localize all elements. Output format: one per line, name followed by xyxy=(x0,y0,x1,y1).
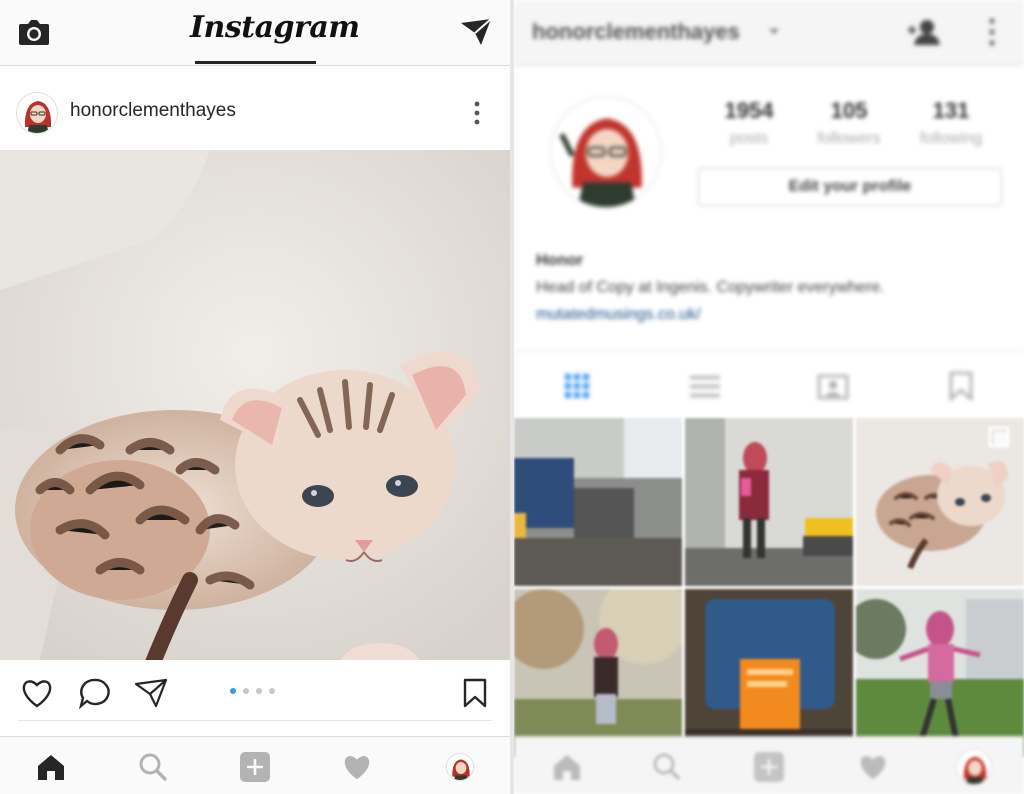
divider xyxy=(18,720,492,721)
stat-label: following xyxy=(919,130,983,147)
bookmark-icon[interactable] xyxy=(946,369,976,403)
bio-name: Honor xyxy=(536,252,584,269)
profile-avatar[interactable] xyxy=(446,753,474,781)
add-person-icon[interactable] xyxy=(904,16,944,48)
grid-photo[interactable] xyxy=(856,418,1024,586)
stat-following[interactable]: 131 following xyxy=(906,98,996,148)
direct-send-icon[interactable] xyxy=(458,16,494,48)
stat-label: posts xyxy=(729,130,769,147)
bottom-nav xyxy=(0,736,510,794)
profile-screen: honorclementhayes 1954 posts 105 followe… xyxy=(514,0,1024,794)
grid-photo[interactable] xyxy=(685,418,853,586)
grid-photo[interactable] xyxy=(856,589,1024,757)
profile-avatar[interactable] xyxy=(956,749,992,785)
comment-icon[interactable] xyxy=(76,676,114,710)
grid-icon[interactable] xyxy=(562,371,592,401)
heart-icon[interactable] xyxy=(340,751,374,783)
profile-top-bar: honorclementhayes xyxy=(514,0,1024,66)
chevron-down-icon[interactable] xyxy=(766,24,782,40)
more-vertical-icon[interactable] xyxy=(982,16,1002,48)
grid-photo[interactable] xyxy=(514,418,682,586)
profile-photo[interactable] xyxy=(550,96,662,208)
bookmark-icon[interactable] xyxy=(458,676,492,710)
search-icon[interactable] xyxy=(136,751,170,783)
carousel-dot xyxy=(243,688,249,694)
bio-link[interactable]: mutatedmusings.co.uk/ xyxy=(536,306,701,324)
profile-tabs xyxy=(514,350,1024,416)
heart-icon[interactable] xyxy=(856,751,890,783)
share-icon[interactable] xyxy=(132,676,170,710)
grid-photo[interactable] xyxy=(514,589,682,757)
carousel-dot xyxy=(256,688,262,694)
profile-avatar[interactable] xyxy=(16,92,58,134)
post-header: honorclementhayes xyxy=(0,76,510,148)
stat-followers[interactable]: 105 followers xyxy=(804,98,894,148)
stat-value: 1954 xyxy=(724,98,774,123)
list-icon[interactable] xyxy=(688,371,722,401)
stat-posts[interactable]: 1954 posts xyxy=(704,98,794,148)
stat-value: 105 xyxy=(830,98,868,123)
logo-underline xyxy=(195,61,316,64)
tagged-icon[interactable] xyxy=(816,371,850,401)
carousel-dot xyxy=(230,688,236,694)
home-icon[interactable] xyxy=(34,751,68,783)
post-actions xyxy=(0,662,510,722)
home-icon[interactable] xyxy=(550,751,584,783)
grid-photo[interactable] xyxy=(685,589,853,757)
heart-icon[interactable] xyxy=(18,676,56,710)
post-photo[interactable] xyxy=(0,150,510,660)
carousel-dot xyxy=(269,688,275,694)
add-icon[interactable] xyxy=(752,751,786,783)
camera-icon[interactable] xyxy=(16,16,52,48)
search-icon[interactable] xyxy=(650,751,684,783)
stat-label: followers xyxy=(817,130,881,147)
more-vertical-icon[interactable] xyxy=(466,98,488,128)
post-username[interactable]: honorclementhayes xyxy=(70,100,236,122)
profile-username[interactable]: honorclementhayes xyxy=(532,19,740,45)
photo-grid xyxy=(514,418,1024,757)
edit-profile-button[interactable]: Edit your profile xyxy=(698,168,1002,206)
add-icon[interactable] xyxy=(238,751,272,783)
instagram-logo: Instagram xyxy=(190,10,360,45)
carousel-indicator xyxy=(230,688,275,694)
post-screen: Instagram honorclementhayes xyxy=(0,0,510,794)
profile-bottom-nav xyxy=(514,736,1024,794)
top-bar: Instagram xyxy=(0,0,510,66)
stat-value: 131 xyxy=(932,98,970,123)
bio-text: Head of Copy at Ingenis. Copywriter ever… xyxy=(536,279,885,296)
